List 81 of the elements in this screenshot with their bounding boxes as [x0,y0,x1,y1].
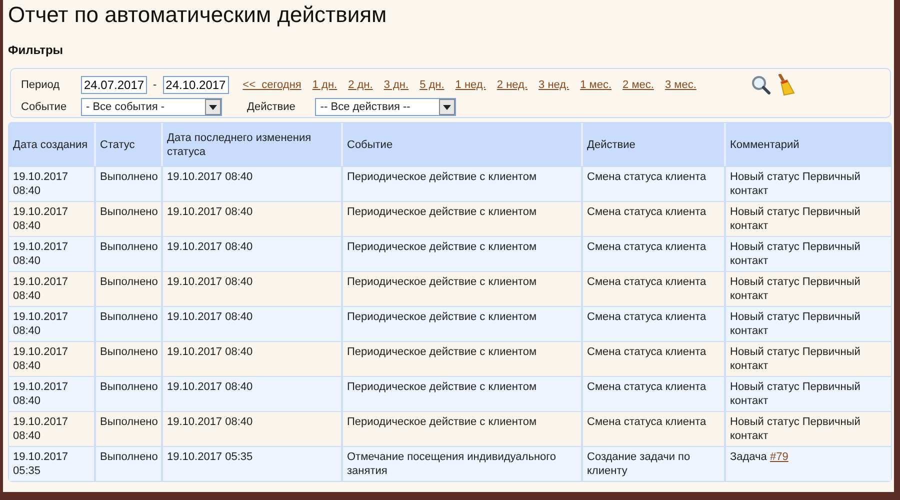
table-cell: Новый статус Первичный контакт [726,166,891,201]
table-cell: 19.10.2017 08:40 [163,341,343,376]
date-from-field[interactable]: 24.07.2017 [81,76,147,94]
date-to-field[interactable]: 24.10.2017 [162,76,229,94]
date-separator: - [153,79,157,91]
event-label: Событие [21,101,68,113]
table-cell: Выполнено [96,411,163,446]
table-cell: Периодическое действие с клиентом [343,166,583,201]
table-cell: 19.10.2017 08:40 [163,306,343,341]
caret-icon [209,104,217,110]
table-cell: Смена статуса клиента [583,201,726,236]
column-header: Событие [343,123,583,166]
table-cell: 19.10.2017 08:40 [9,236,96,271]
period-link[interactable]: 1 нед. [455,79,486,91]
table-cell: 19.10.2017 08:40 [163,376,343,411]
column-header: Дата создания [9,123,96,166]
task-link[interactable]: #79 [770,451,788,463]
period-link[interactable]: 1 мес. [580,79,612,91]
comment-text: Задача [730,451,767,463]
table-cell: Отмечание посещения индивидуального занятия [343,446,583,481]
table-cell: Смена статуса клиента [583,376,726,411]
period-link[interactable]: 5 дн. [420,79,444,91]
table-cell: Новый статус Первичный контакт [726,306,891,341]
action-label: Действие [247,101,296,113]
table-cell: Выполнено [96,201,163,236]
table-cell: 19.10.2017 08:40 [9,411,96,446]
table-cell: Смена статуса клиента [583,411,726,446]
table-cell: Периодическое действие с клиентом [343,376,583,411]
column-header: Действие [583,123,726,166]
period-link[interactable]: 1 дн. [312,79,338,91]
search-icon[interactable] [751,75,772,95]
table-cell: Смена статуса клиента [583,306,726,341]
period-link[interactable]: 3 нед. [538,79,570,91]
filters-heading: Фильтры [8,42,64,58]
table-cell: Выполнено [96,306,163,341]
table-cell: Периодическое действие с клиентом [343,411,583,446]
table-cell: 19.10.2017 08:40 [163,271,343,306]
period-link[interactable]: 2 нед. [496,79,528,91]
column-header: Дата последнего изменения статуса [163,123,343,166]
table-cell: Новый статус Первичный контакт [726,376,891,411]
table-cell: 19.10.2017 08:40 [9,306,96,341]
table-cell: 19.10.2017 08:40 [163,166,343,201]
table-cell: Выполнено [96,376,163,411]
table-cell: Новый статус Первичный контакт [726,236,891,271]
table-cell: Выполнено [96,271,163,306]
table-cell: Выполнено [96,446,163,481]
table-cell: Создание задачи по клиенту [583,446,726,481]
period-link[interactable]: 3 мес. [664,79,696,91]
period-link[interactable]: 2 мес. [622,79,654,91]
table-cell: Выполнено [96,341,163,376]
table-cell: 19.10.2017 08:40 [163,236,343,271]
period-link[interactable]: 3 дн. [384,79,409,91]
column-header: Статус [96,123,163,166]
table-cell: Периодическое действие с клиентом [343,341,583,376]
caret-icon [443,104,452,110]
table-cell: Смена статуса клиента [583,271,726,306]
table-cell: Периодическое действие с клиентом [343,236,583,271]
table-cell: 19.10.2017 08:40 [9,201,96,236]
table-cell: Выполнено [96,236,163,271]
table-cell: Периодическое действие с клиентом [343,201,583,236]
table-cell: 19.10.2017 08:40 [9,166,96,201]
table-cell: Периодическое действие с клиентом [343,271,583,306]
table-cell: 19.10.2017 05:35 [163,446,343,481]
table-cell: Смена статуса клиента [583,166,726,201]
table-cell: 19.10.2017 08:40 [9,271,96,306]
column-header: Комментарий [726,123,891,166]
page-title: Отчет по автоматическим действиям [8,1,388,28]
event-dropdown[interactable]: - Все события - [81,98,222,116]
table-cell: Выполнено [96,166,163,201]
period-label: Период [21,79,61,91]
action-dropdown[interactable]: -- Все действия -- [315,98,456,116]
table-cell: 19.10.2017 08:40 [163,411,343,446]
period-link[interactable]: 2 дн. [348,79,373,91]
table-cell: Смена статуса клиента [583,236,726,271]
table-cell: 19.10.2017 08:40 [163,201,343,236]
table-cell: 19.10.2017 08:40 [9,341,96,376]
period-link[interactable]: << сегодня [242,79,302,91]
table-cell: 19.10.2017 08:40 [9,376,96,411]
table-cell: 19.10.2017 05:35 [9,446,96,481]
table-cell: Смена статуса клиента [583,341,726,376]
table-cell: Периодическое действие с клиентом [343,306,583,341]
